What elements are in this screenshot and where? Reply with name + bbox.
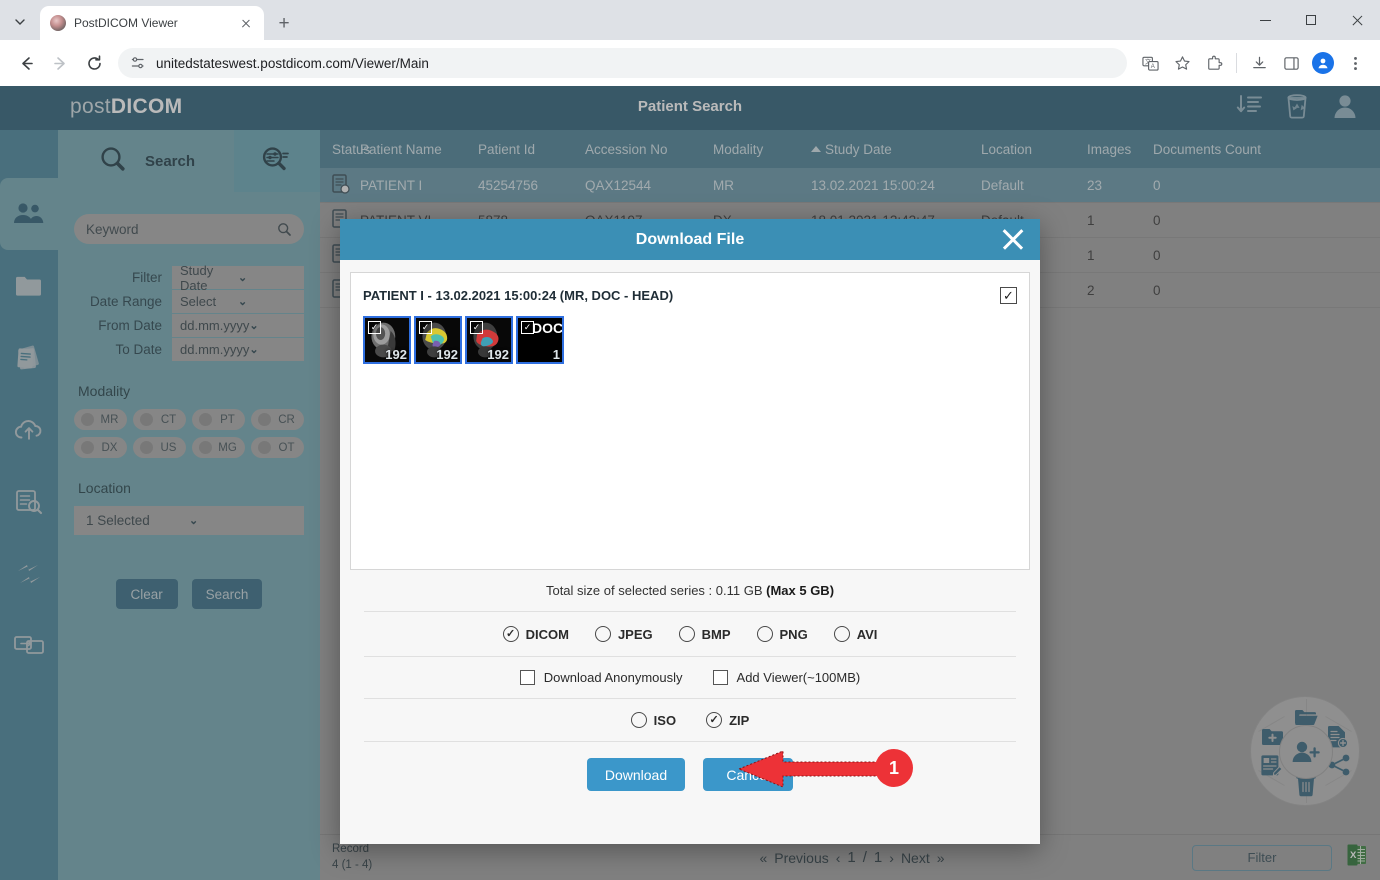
series-image-count: 1: [552, 347, 560, 362]
format-label: DICOM: [525, 626, 569, 642]
series-thumbnail[interactable]: ✓ 192: [363, 316, 411, 364]
download-file-dialog: Download File PATIENT I - 13.02.2021 15:…: [340, 219, 1040, 844]
side-panel-icon[interactable]: [1276, 48, 1306, 78]
study-checkbox[interactable]: ✓: [1000, 287, 1017, 304]
browser-tab[interactable]: PostDICOM Viewer: [40, 6, 264, 40]
translate-icon[interactable]: 文A: [1135, 48, 1165, 78]
series-checkbox[interactable]: ✓: [368, 321, 381, 334]
bookmark-star-icon[interactable]: [1167, 48, 1197, 78]
series-thumbnails: ✓ 192 ✓ 192 ✓ 192 ✓ DOC 1: [363, 316, 1017, 364]
close-window-button[interactable]: [1334, 0, 1380, 40]
format-radio-jpeg[interactable]: JPEG: [594, 626, 653, 642]
format-label: PNG: [779, 626, 808, 642]
downloads-icon[interactable]: [1244, 48, 1274, 78]
profile-avatar[interactable]: [1308, 48, 1338, 78]
format-label: JPEG: [617, 626, 653, 642]
study-list: PATIENT I - 13.02.2021 15:00:24 (MR, DOC…: [350, 272, 1030, 570]
series-checkbox[interactable]: ✓: [419, 321, 432, 334]
packaging-label: ZIP: [729, 712, 750, 728]
reload-icon[interactable]: [78, 47, 110, 79]
radio-indicator: [594, 626, 611, 642]
radio-indicator: ✓: [706, 712, 723, 728]
format-label: BMP: [701, 626, 731, 642]
radio-indicator: [630, 712, 647, 728]
dialog-header: Download File: [340, 219, 1040, 260]
download-checkboxes: Download Anonymously Add Viewer(~100MB): [364, 657, 1016, 699]
tab-search-chevron-icon[interactable]: [0, 6, 40, 38]
option-label: Download Anonymously: [543, 670, 683, 685]
tab-title: PostDICOM Viewer: [74, 16, 178, 30]
packaging-options: ISO ✓ ZIP: [364, 699, 1016, 742]
series-image-count: 192: [487, 347, 509, 362]
extensions-icon[interactable]: [1199, 48, 1229, 78]
study-header: PATIENT I - 13.02.2021 15:00:24 (MR, DOC…: [363, 287, 1017, 304]
download-button[interactable]: Download: [586, 758, 686, 791]
browser-toolbar: unitedstateswest.postdicom.com/Viewer/Ma…: [0, 40, 1380, 86]
format-options: ✓ DICOM JPEG BMP PNG AVI: [364, 612, 1016, 657]
total-size-max: (Max 5 GB): [766, 583, 835, 598]
total-size-text: Total size of selected series : 0.11 GB: [545, 583, 763, 598]
series-thumbnail[interactable]: ✓ DOC 1: [516, 316, 564, 364]
checkbox-indicator: [712, 670, 728, 685]
packaging-label: ISO: [653, 712, 677, 728]
format-label: AVI: [856, 626, 878, 642]
radio-indicator: [756, 626, 773, 642]
format-radio-png[interactable]: PNG: [756, 626, 808, 642]
back-arrow-icon[interactable]: [10, 47, 42, 79]
radio-indicator: ✓: [502, 626, 519, 642]
series-image-count: 192: [436, 347, 458, 362]
favicon: [50, 15, 66, 31]
toolbar-divider: [1236, 53, 1237, 73]
option-label: Add Viewer(~100MB): [736, 670, 861, 685]
site-settings-icon: [131, 57, 144, 69]
minimize-button[interactable]: [1242, 0, 1288, 40]
format-radio-dicom[interactable]: ✓ DICOM: [502, 626, 569, 642]
series-checkbox[interactable]: ✓: [470, 321, 483, 334]
packaging-radio-iso[interactable]: ISO: [630, 712, 677, 728]
series-thumbnail[interactable]: ✓ 192: [414, 316, 462, 364]
forward-arrow-icon[interactable]: [44, 47, 76, 79]
dialog-body: PATIENT I - 13.02.2021 15:00:24 (MR, DOC…: [340, 260, 1040, 791]
url-text: unitedstateswest.postdicom.com/Viewer/Ma…: [156, 55, 429, 71]
series-image-count: 192: [385, 347, 407, 362]
radio-indicator: [833, 626, 850, 642]
format-radio-bmp[interactable]: BMP: [678, 626, 731, 642]
address-bar[interactable]: unitedstateswest.postdicom.com/Viewer/Ma…: [118, 48, 1127, 78]
application-viewport: postDICOM Patient Search Search Keyword …: [0, 86, 1380, 880]
option-checkbox[interactable]: Add Viewer(~100MB): [712, 670, 861, 685]
window-controls: [1242, 0, 1380, 40]
option-checkbox[interactable]: Download Anonymously: [519, 670, 683, 685]
series-type-label: DOC: [532, 320, 564, 336]
radio-indicator: [678, 626, 695, 642]
maximize-button[interactable]: [1288, 0, 1334, 40]
dialog-actions: Download Cancel: [350, 742, 1030, 791]
total-size-row: Total size of selected series : 0.11 GB …: [364, 570, 1016, 612]
new-tab-button[interactable]: +: [270, 9, 298, 37]
checkbox-indicator: [519, 670, 535, 685]
browser-tabstrip: PostDICOM Viewer +: [0, 0, 1380, 40]
close-tab-icon[interactable]: [238, 15, 254, 31]
study-label: PATIENT I - 13.02.2021 15:00:24 (MR, DOC…: [363, 288, 674, 303]
packaging-radio-zip[interactable]: ✓ ZIP: [706, 712, 749, 728]
format-radio-avi[interactable]: AVI: [833, 626, 878, 642]
chrome-menu-icon[interactable]: [1340, 48, 1370, 78]
series-thumbnail[interactable]: ✓ 192: [465, 316, 513, 364]
cancel-button[interactable]: Cancel: [703, 758, 794, 791]
dialog-title: Download File: [635, 230, 745, 248]
close-icon[interactable]: [1000, 226, 1026, 252]
